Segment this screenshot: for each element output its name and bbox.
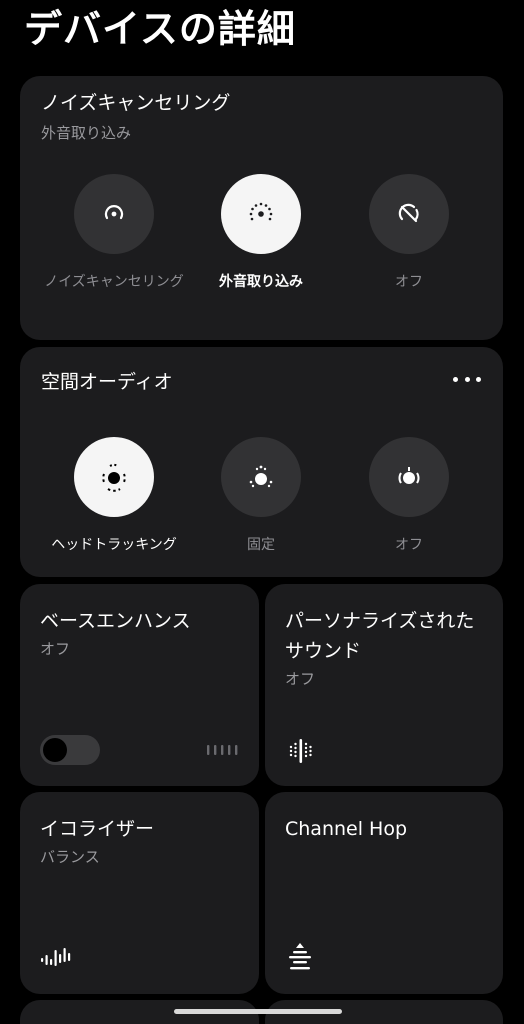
bass-enhance-title: ベースエンハンス (40, 610, 191, 632)
spatial-off-icon (369, 437, 449, 517)
spatial-option-label: ヘッドトラッキング (51, 537, 177, 553)
channel-hop-icon (287, 942, 313, 972)
head-tracking-icon (74, 437, 154, 517)
home-indicator[interactable] (174, 1009, 342, 1014)
spatial-option-fixed[interactable]: 固定 (186, 437, 336, 556)
off-icon (369, 174, 449, 254)
spatial-audio-card: 空間オーディオ ヘッドトラッキング 固定 オフ (20, 347, 503, 577)
channel-hop-tile[interactable]: Channel Hop (265, 792, 503, 994)
personalized-sound-tile[interactable]: パーソナライズされたサウンド オフ (265, 584, 503, 786)
noise-option-off[interactable]: オフ (334, 174, 484, 293)
page-title: デバイスの詳細 (24, 7, 296, 51)
toggle-knob (43, 738, 67, 762)
bass-enhance-status: オフ (40, 640, 71, 658)
bass-enhance-toggle[interactable] (40, 735, 100, 765)
fixed-icon (221, 437, 301, 517)
bass-level-icon (206, 742, 242, 758)
equalizer-preset: バランス (40, 848, 100, 866)
channel-hop-title: Channel Hop (285, 818, 408, 840)
equalizer-tile[interactable]: イコライザー バランス (20, 792, 259, 994)
personalized-sound-title: パーソナライズされたサウンド (285, 610, 475, 662)
personalized-sound-status: オフ (285, 670, 316, 688)
personalized-sound-icon (287, 738, 315, 764)
noise-control-title: ノイズキャンセリング (41, 92, 231, 114)
spatial-option-head-tracking[interactable]: ヘッドトラッキング (39, 437, 189, 556)
spatial-option-off[interactable]: オフ (334, 437, 484, 556)
spatial-audio-title: 空間オーディオ (41, 371, 173, 393)
device-details-screen: デバイスの詳細 ノイズキャンセリング 外音取り込み ノイズキャンセリング 外音取… (0, 0, 524, 1024)
more-horizontal-icon[interactable] (453, 373, 481, 385)
equalizer-title: イコライザー (40, 818, 155, 840)
noise-option-noise-cancelling[interactable]: ノイズキャンセリング (39, 174, 189, 293)
noise-cancelling-icon (74, 174, 154, 254)
noise-option-transparency[interactable]: 外音取り込み (186, 174, 336, 293)
spatial-option-label: オフ (395, 537, 423, 553)
transparency-icon (221, 174, 301, 254)
noise-option-label: オフ (395, 274, 423, 290)
spatial-option-label: 固定 (247, 537, 275, 553)
noise-option-label: 外音取り込み (219, 274, 303, 290)
noise-control-current-mode: 外音取り込み (41, 124, 132, 142)
equalizer-icon (40, 946, 72, 970)
bass-enhance-tile[interactable]: ベースエンハンス オフ (20, 584, 259, 786)
noise-option-label: ノイズキャンセリング (44, 274, 184, 290)
noise-control-card: ノイズキャンセリング 外音取り込み ノイズキャンセリング 外音取り込み オフ (20, 76, 503, 340)
